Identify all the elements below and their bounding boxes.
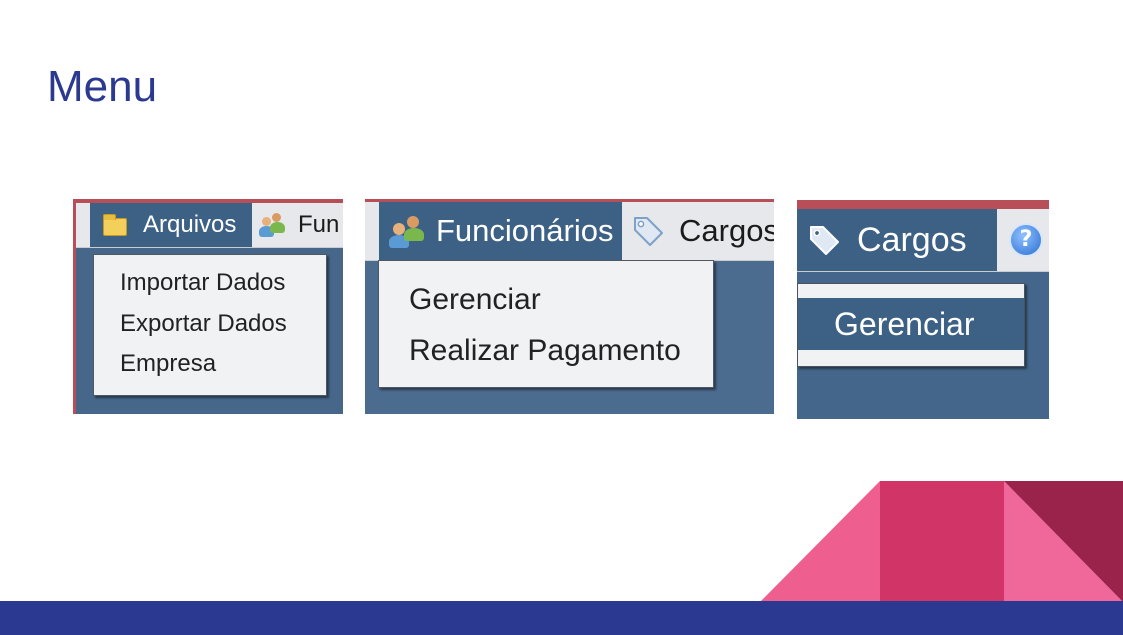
bottom-bar xyxy=(0,601,1123,635)
pink-triangle xyxy=(760,481,880,602)
decorative-shapes xyxy=(760,481,1123,602)
magenta-block xyxy=(880,481,1004,602)
